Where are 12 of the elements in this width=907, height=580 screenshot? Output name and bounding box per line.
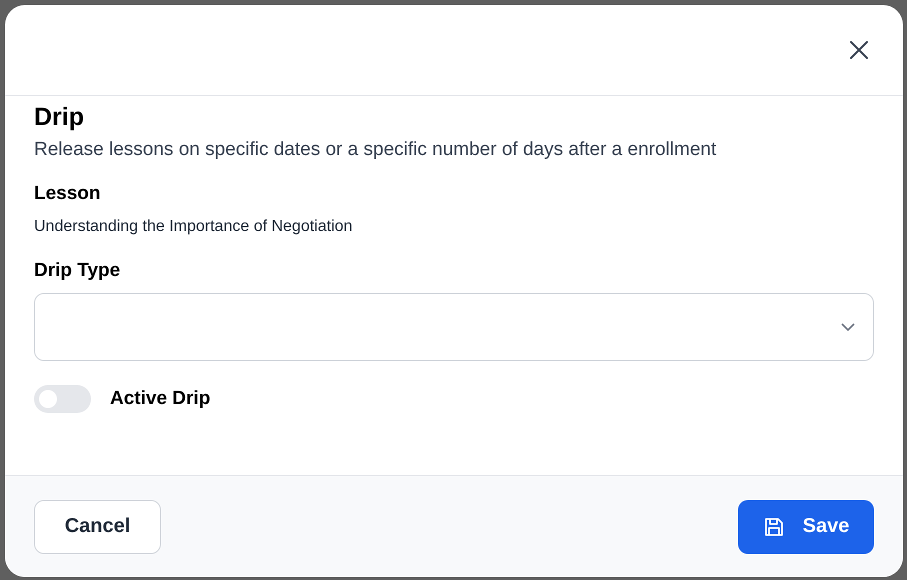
- close-icon[interactable]: [848, 39, 870, 61]
- field-value: Understanding the Importance of Negotiation: [34, 217, 354, 237]
- field-label: Drip Type: [34, 259, 122, 283]
- chevron-down-icon: [841, 323, 855, 331]
- field-label: Lesson: [34, 182, 102, 206]
- toggle-label: Active Drip: [110, 388, 210, 410]
- toggle-switch[interactable]: [34, 385, 91, 413]
- dialog-title: Drip: [34, 102, 85, 132]
- cancel-button[interactable]: Cancel: [34, 500, 161, 554]
- drip-type-select[interactable]: [34, 293, 874, 361]
- save-button[interactable]: Save: [738, 500, 874, 554]
- dialog-description: Release lessons on specific dates or a specific number of days after a enrollment: [34, 138, 718, 162]
